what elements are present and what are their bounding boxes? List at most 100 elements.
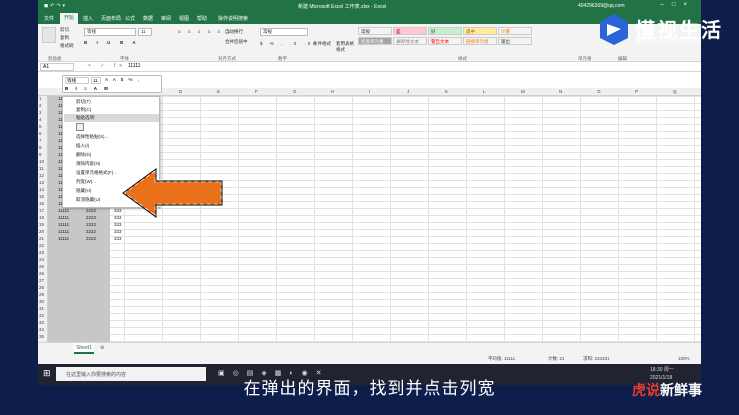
tab-review[interactable]: 审阅 [161,15,171,22]
window-controls[interactable]: –□× [661,2,695,8]
style-explanatory[interactable]: 解释性文本 [393,37,427,45]
tab-formulas[interactable]: 公式 [125,15,135,22]
mini-style-icons[interactable]: B I ≡ A ⊞ [65,86,111,92]
sheet-tab-sheet1[interactable]: Sheet1 [74,343,94,354]
style-normal[interactable]: 常规 [358,27,392,35]
add-sheet-icon[interactable]: ⊕ [100,345,104,351]
mini-font-select[interactable]: 等线 [65,77,89,84]
cell-a20[interactable]: 11111 [58,229,69,234]
menu-hide[interactable]: 隐藏(H) [76,188,91,194]
paste-icon[interactable] [42,27,56,43]
format-painter-button[interactable]: 格式刷 [60,43,74,49]
cell-c21[interactable]: 333 [114,236,122,241]
style-output[interactable]: 输出 [498,37,532,45]
menu-insert[interactable]: 插入(I) [76,143,89,149]
row-label-4[interactable]: 4 [39,117,42,122]
row-label-31[interactable]: 31 [39,306,44,311]
style-warning[interactable]: 警告文本 [428,37,462,45]
menu-delete[interactable]: 删除(D) [76,152,91,158]
quick-access-icons[interactable]: ◼↶↷▾ [44,3,67,9]
row-label-15[interactable]: 15 [39,194,44,199]
name-box[interactable]: A1 [40,63,74,71]
tab-page-layout[interactable]: 页面布局 [101,15,121,22]
cell-b20[interactable]: 2222 [86,229,96,234]
row-label-22[interactable]: 22 [39,243,44,248]
menu-column-width[interactable]: 列宽(W)... [76,179,96,185]
column-label-J[interactable]: J [407,89,409,94]
row-label-12[interactable]: 12 [39,173,44,178]
wrap-text-button[interactable]: 自动换行 [225,29,243,35]
column-label-N[interactable]: N [559,89,562,94]
row-label-25[interactable]: 25 [39,264,44,269]
font-name-select[interactable]: 等线 [84,28,136,36]
formula-controls[interactable]: × ✓ fx [88,63,126,69]
row-label-27[interactable]: 27 [39,278,44,283]
status-zoom[interactable]: 100% [678,356,690,361]
row-label-7[interactable]: 7 [39,138,42,143]
row-label-28[interactable]: 28 [39,285,44,290]
column-label-H[interactable]: H [331,89,334,94]
tab-view[interactable]: 视图 [179,15,189,22]
cell-b21[interactable]: 2222 [86,236,96,241]
row-label-19[interactable]: 19 [39,222,44,227]
menu-paste-special[interactable]: 选择性粘贴(S)... [76,134,108,140]
column-label-K[interactable]: K [445,89,448,94]
column-label-M[interactable]: M [521,89,525,94]
tell-me-search[interactable]: 操作说明搜索 [218,15,248,22]
mini-format-icons[interactable]: A A $ % , [105,77,141,82]
row-label-17[interactable]: 17 [39,208,44,213]
style-linked-cell[interactable]: 链接单元格 [463,37,497,45]
row-label-30[interactable]: 30 [39,299,44,304]
tab-home[interactable]: 开始 [60,13,79,24]
menu-copy[interactable]: 复制(C) [76,107,91,113]
row-label-29[interactable]: 29 [39,292,44,297]
copy-button[interactable]: 复制 [60,35,69,41]
style-check-cell[interactable]: 检查单元格 [358,37,392,45]
row-label-21[interactable]: 21 [39,236,44,241]
row-label-10[interactable]: 10 [39,159,44,164]
row-label-13[interactable]: 13 [39,180,44,185]
row-label-26[interactable]: 26 [39,271,44,276]
row-label-2[interactable]: 2 [39,103,42,108]
font-format-icons[interactable]: B I U ⊞ A [84,40,140,46]
row-label-6[interactable]: 6 [39,131,42,136]
tab-insert[interactable]: 插入 [83,15,93,22]
number-format-select[interactable]: 常规 [260,28,308,36]
style-bad[interactable]: 差 [393,27,427,35]
row-label-1[interactable]: 1 [39,96,42,101]
cut-button[interactable]: 剪切 [60,27,69,33]
menu-paste-options[interactable]: 粘贴选项: [76,115,95,121]
tab-file[interactable]: 文件 [44,15,54,22]
row-label-16[interactable]: 16 [39,201,44,206]
cell-b17[interactable]: 2222 [86,208,96,213]
cell-b18[interactable]: 2222 [86,215,96,220]
row-label-8[interactable]: 8 [39,145,42,150]
tab-data[interactable]: 数据 [143,15,153,22]
menu-format-cells[interactable]: 设置单元格格式(F)... [76,170,117,176]
row-label-34[interactable]: 34 [39,327,44,332]
menu-unhide[interactable]: 取消隐藏(U) [76,197,100,203]
account-email[interactable]: 404296369@qq.com [578,3,625,9]
row-label-14[interactable]: 14 [39,187,44,192]
cell-a17[interactable]: 11111 [58,208,69,213]
paste-option-icon[interactable] [76,123,84,131]
formula-input[interactable]: 11111 [128,63,140,69]
row-label-18[interactable]: 18 [39,215,44,220]
cell-c20[interactable]: 333 [114,229,122,234]
merge-center-button[interactable]: 合并后居中 [225,39,248,45]
row-label-20[interactable]: 20 [39,229,44,234]
column-label-O[interactable]: O [597,89,601,94]
row-label-33[interactable]: 33 [39,320,44,325]
column-label-Q[interactable]: Q [673,89,677,94]
cell-a18[interactable]: 11111 [58,215,69,220]
number-format-icons[interactable]: $ % , .0 .00 [260,41,319,46]
column-label-I[interactable]: I [369,89,370,94]
row-label-3[interactable]: 3 [39,110,42,115]
menu-cut[interactable]: 剪切(T) [76,99,91,105]
row-label-32[interactable]: 32 [39,313,44,318]
row-label-24[interactable]: 24 [39,257,44,262]
row-label-5[interactable]: 5 [39,124,42,129]
style-good[interactable]: 好 [428,27,462,35]
row-label-9[interactable]: 9 [39,152,42,157]
column-label-P[interactable]: P [635,89,638,94]
